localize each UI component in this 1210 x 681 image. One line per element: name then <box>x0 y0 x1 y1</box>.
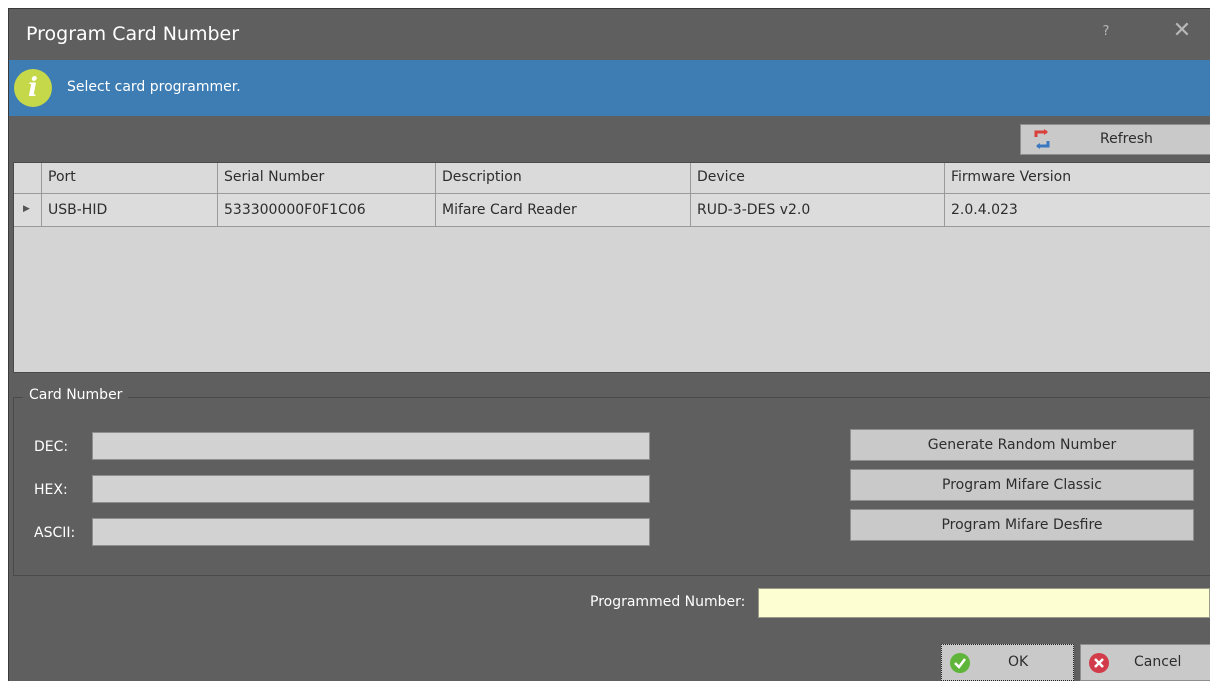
cancel-button[interactable]: Cancel <box>1080 644 1210 681</box>
programmer-grid[interactable]: Port Serial Number Description Device Fi… <box>13 162 1210 373</box>
refresh-label: Refresh <box>1100 131 1153 147</box>
info-bar: i Select card programmer. <box>9 60 1210 116</box>
column-header-port[interactable]: Port <box>42 163 218 193</box>
generate-random-number-button[interactable]: Generate Random Number <box>850 429 1194 461</box>
row-indicator: ▶ <box>14 194 42 226</box>
program-mifare-classic-button[interactable]: Program Mifare Classic <box>850 469 1194 501</box>
refresh-button[interactable]: Refresh <box>1020 124 1210 155</box>
column-header-device[interactable]: Device <box>691 163 945 193</box>
column-header-description[interactable]: Description <box>436 163 691 193</box>
cell-port[interactable]: USB-HID <box>42 194 218 226</box>
program-card-number-dialog: Program Card Number ? ✕ i Select card pr… <box>8 8 1210 681</box>
table-row[interactable]: ▶ USB-HID 533300000F0F1C06 Mifare Card R… <box>14 194 1210 227</box>
grid-header: Port Serial Number Description Device Fi… <box>14 163 1210 194</box>
cell-firmware-version[interactable]: 2.0.4.023 <box>945 194 1210 226</box>
card-number-group-title: Card Number <box>23 387 129 403</box>
check-icon <box>950 653 970 677</box>
cancel-label: Cancel <box>1134 654 1182 670</box>
ascii-label: ASCII: <box>34 525 76 541</box>
ok-button[interactable]: OK <box>941 644 1074 681</box>
ok-label: OK <box>1008 654 1029 670</box>
cancel-icon <box>1089 653 1109 677</box>
programmed-number-field[interactable] <box>758 588 1210 618</box>
row-selected-arrow-icon: ▶ <box>23 204 30 214</box>
dec-label: DEC: <box>34 439 69 455</box>
column-header-serial-number[interactable]: Serial Number <box>218 163 436 193</box>
cell-description[interactable]: Mifare Card Reader <box>436 194 691 226</box>
cell-device[interactable]: RUD-3-DES v2.0 <box>691 194 945 226</box>
cell-serial-number[interactable]: 533300000F0F1C06 <box>218 194 436 226</box>
title-bar: Program Card Number ? ✕ <box>9 9 1210 59</box>
window-title: Program Card Number <box>26 23 240 45</box>
hex-input[interactable] <box>92 475 650 503</box>
dec-input[interactable] <box>92 432 650 460</box>
help-button[interactable]: ? <box>1097 24 1115 39</box>
program-mifare-desfire-button[interactable]: Program Mifare Desfire <box>850 509 1194 541</box>
refresh-icon <box>1032 129 1052 153</box>
hex-label: HEX: <box>34 482 68 498</box>
row-indicator-header <box>14 163 42 193</box>
close-button[interactable]: ✕ <box>1169 18 1195 43</box>
column-header-firmware-version[interactable]: Firmware Version <box>945 163 1210 193</box>
info-icon: i <box>14 69 52 107</box>
info-message: Select card programmer. <box>67 79 241 95</box>
ascii-input[interactable] <box>92 518 650 546</box>
programmed-number-label: Programmed Number: <box>590 594 746 610</box>
